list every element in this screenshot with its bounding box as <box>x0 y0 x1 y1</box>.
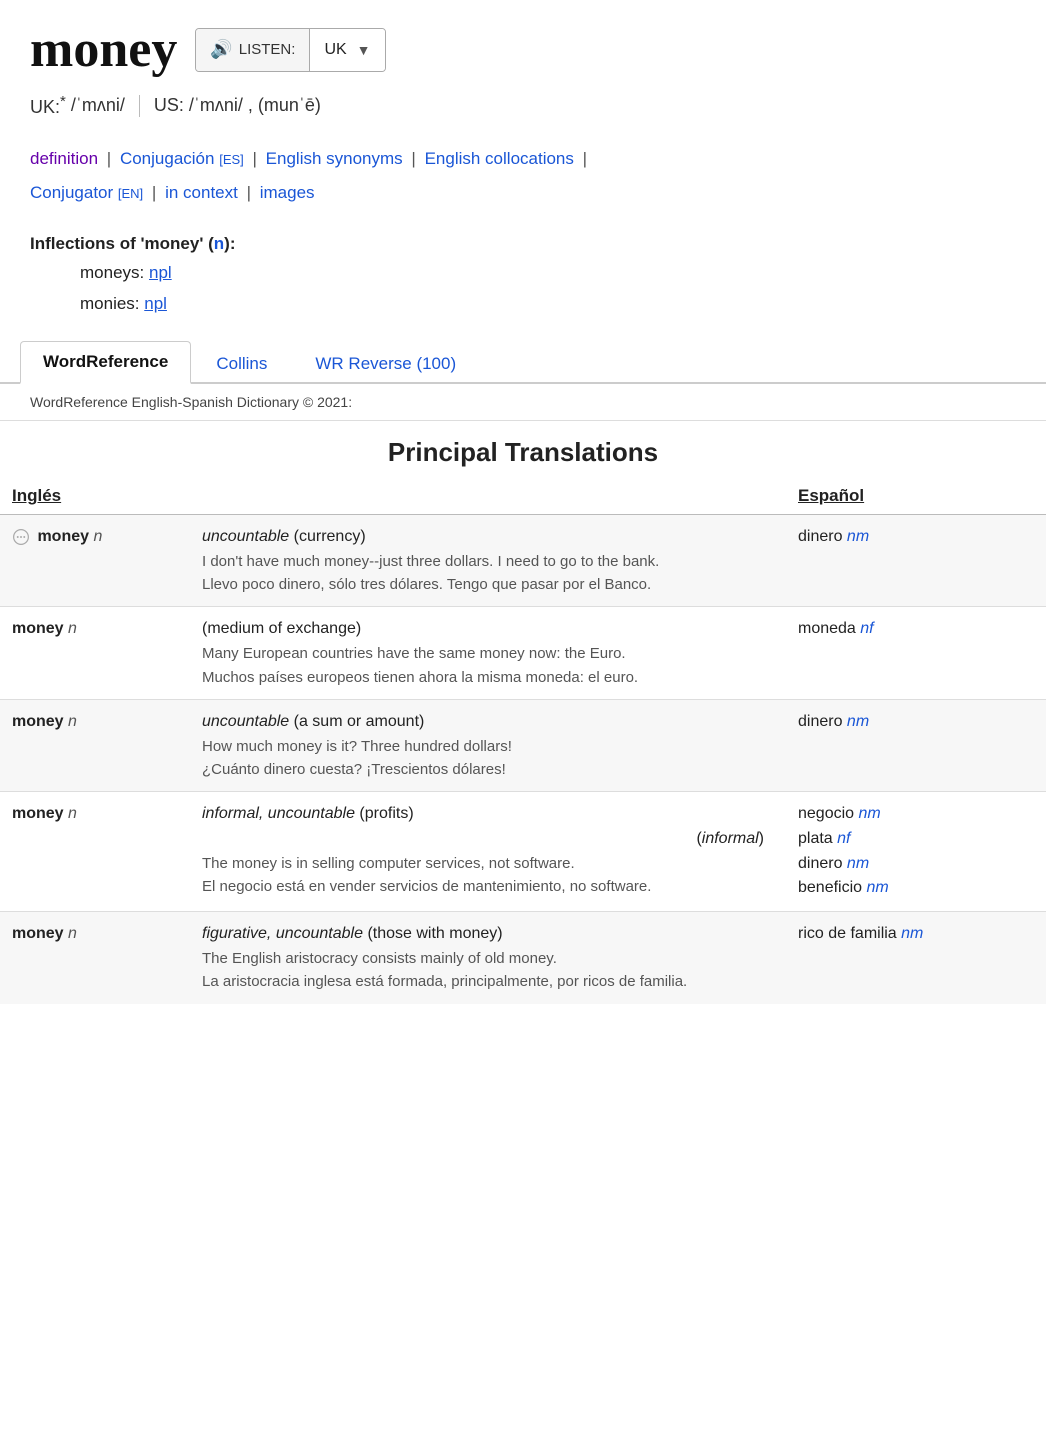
example-en: The money is in selling computer service… <box>202 852 774 875</box>
en-word-cell: money n <box>0 699 190 791</box>
inflections-suffix: ' (n): <box>199 234 235 253</box>
link-npl-monies[interactable]: npl <box>144 294 167 313</box>
pronunciation-row: UK:* /ˈmʌni/ US: /ˈmʌni/ , (munˈē) <box>30 93 1016 118</box>
en-word-cell: money n <box>0 792 190 912</box>
word-en: money <box>12 713 64 730</box>
inflection-moneys: moneys: npl <box>80 258 1016 289</box>
uk-ipa: /ˈmʌni/ <box>71 95 125 116</box>
word-en: money <box>12 925 64 942</box>
table-row: money n informal, uncountable (profits) … <box>0 792 1046 912</box>
translation-cell: moneda nf <box>786 607 1046 699</box>
translation-cell: rico de familia nm <box>786 912 1046 1004</box>
example-en: I don't have much money--just three doll… <box>202 550 774 573</box>
example-es: La aristocracia inglesa está formada, pr… <box>202 970 774 993</box>
locale-selector[interactable]: UK ▼ <box>310 29 384 71</box>
definition-cell: (medium of exchange) Many European count… <box>190 607 786 699</box>
links-section: definition | Conjugación [ES] | English … <box>0 142 1046 220</box>
word-heading: money <box>30 20 177 79</box>
speaker-icon: 🔊 <box>210 39 232 60</box>
link-conjugator[interactable]: Conjugator [EN] <box>30 183 143 202</box>
example-es: El negocio está en vender servicios de m… <box>202 875 774 898</box>
dict-credit: WordReference English-Spanish Dictionary… <box>0 384 1046 421</box>
pos-en: n <box>68 805 77 822</box>
informal-label: (informal) <box>202 827 774 852</box>
tab-collins[interactable]: Collins <box>193 343 290 384</box>
word-en: money <box>12 805 64 822</box>
definition-cell: informal, uncountable (profits) (informa… <box>190 792 786 912</box>
example-en: Many European countries have the same mo… <box>202 642 774 665</box>
link-definition[interactable]: definition <box>30 149 98 168</box>
example-es: ¿Cuánto dinero cuesta? ¡Trescientos dóla… <box>202 758 774 781</box>
word-en: money <box>12 620 64 637</box>
pos-en: n <box>68 620 77 637</box>
table-row: money n uncountable (a sum or amount) Ho… <box>0 699 1046 791</box>
listen-box: 🔊 LISTEN: UK ▼ <box>195 28 385 72</box>
listen-button[interactable]: 🔊 LISTEN: <box>196 29 310 71</box>
us-ipa: /ˈmʌni/ , (munˈē) <box>189 95 321 116</box>
us-label: US: <box>154 95 184 116</box>
locale-value: UK <box>324 41 346 59</box>
chevron-down-icon: ▼ <box>357 42 371 58</box>
link-synonyms[interactable]: English synonyms <box>266 149 403 168</box>
example-en: The English aristocracy consists mainly … <box>202 947 774 970</box>
definition-cell: uncountable (a sum or amount) How much m… <box>190 699 786 791</box>
translations-table: Inglés Español money n uncountable (curr… <box>0 478 1046 1003</box>
inflections-prefix: Inflections of ' <box>30 234 145 253</box>
inflection-monies: monies: npl <box>80 289 1016 320</box>
table-row: money n uncountable (currency) I don't h… <box>0 515 1046 607</box>
inflections-section: Inflections of 'money' (n): moneys: npl … <box>0 220 1046 329</box>
word-en: money <box>37 528 89 545</box>
uk-star: * <box>60 93 66 110</box>
pos-en: n <box>68 925 77 942</box>
inflections-word: money <box>145 234 200 253</box>
example-es: Muchos países europeos tienen ahora la m… <box>202 666 774 689</box>
uk-label: UK:* <box>30 93 66 118</box>
col-header-es: Español <box>786 478 1046 515</box>
translation-cell: dinero nm <box>786 515 1046 607</box>
en-word-cell: money n <box>0 607 190 699</box>
table-row: money n figurative, uncountable (those w… <box>0 912 1046 1004</box>
definition-cell: uncountable (currency) I don't have much… <box>190 515 786 607</box>
link-collocations[interactable]: English collocations <box>425 149 574 168</box>
translation-cell: dinero nm <box>786 699 1046 791</box>
listen-label: LISTEN: <box>239 41 296 58</box>
translation-cell: negocio nm plata nf dinero nm beneficio … <box>786 792 1046 912</box>
tab-wordreference[interactable]: WordReference <box>20 341 191 384</box>
principal-translations-title: Principal Translations <box>0 421 1046 478</box>
en-word-cell: money n <box>0 515 190 607</box>
link-images[interactable]: images <box>260 183 315 202</box>
pos-en: n <box>93 528 102 545</box>
tab-wr-reverse[interactable]: WR Reverse (100) <box>292 343 479 384</box>
example-en: How much money is it? Three hundred doll… <box>202 735 774 758</box>
tabs-row: WordReference Collins WR Reverse (100) <box>0 339 1046 384</box>
chat-icon <box>12 528 30 546</box>
en-word-cell: money n <box>0 912 190 1004</box>
link-npl-moneys[interactable]: npl <box>149 263 172 282</box>
col-header-def <box>190 478 786 515</box>
link-conjugacion[interactable]: Conjugación [ES] <box>120 149 244 168</box>
link-in-context[interactable]: in context <box>165 183 238 202</box>
definition-cell: figurative, uncountable (those with mone… <box>190 912 786 1004</box>
pron-divider <box>139 95 140 117</box>
table-row: money n (medium of exchange) Many Europe… <box>0 607 1046 699</box>
col-header-en: Inglés <box>0 478 190 515</box>
example-es: Llevo poco dinero, sólo tres dólares. Te… <box>202 573 774 596</box>
pos-en: n <box>68 713 77 730</box>
